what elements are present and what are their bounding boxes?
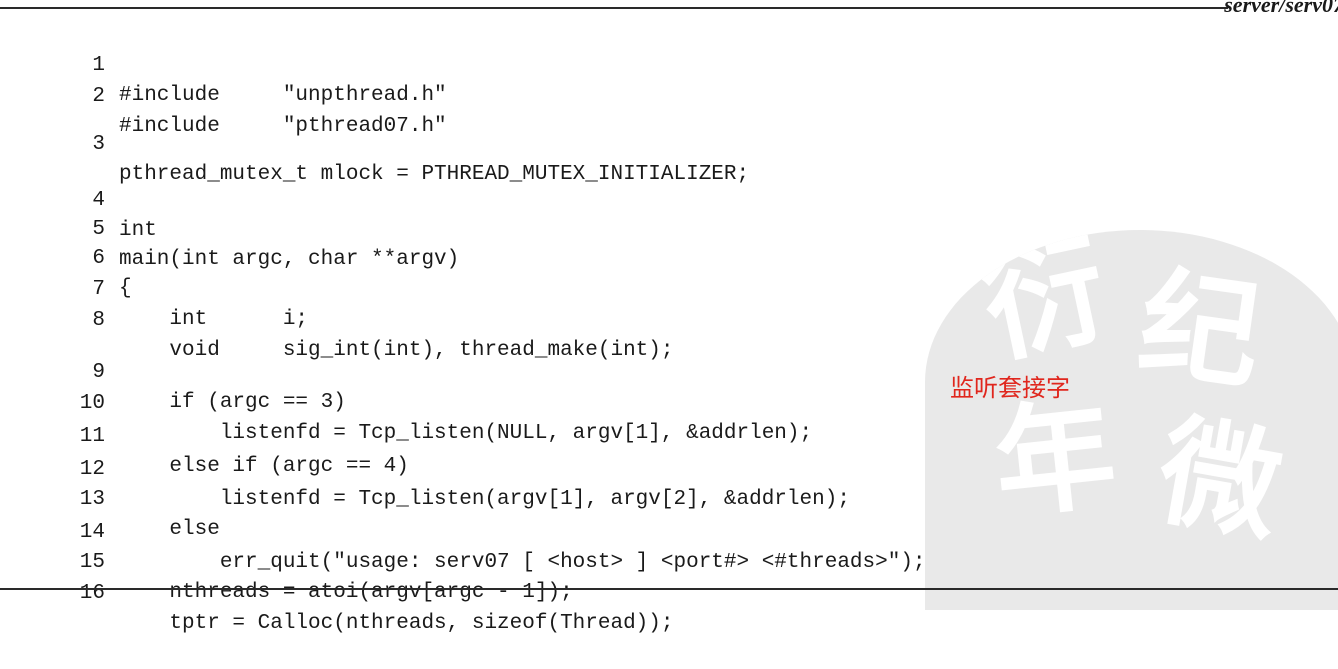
line-number: 14 — [79, 521, 105, 544]
line-number: 2 — [92, 85, 105, 108]
top-rule — [0, 7, 1228, 9]
line-number: 16 — [79, 582, 105, 605]
code-text: tptr = Calloc(nthreads, sizeof(Thread)); — [119, 612, 674, 635]
watermark-glyph: 衍 — [971, 230, 1119, 381]
code-text: nthreads = atoi(argv[argc - 1]); — [119, 581, 573, 604]
handwritten-annotation: 监听套接字 — [950, 374, 1070, 402]
code-line: 8 void sig_int(int), thread_make(int); — [0, 276, 673, 362]
code-text: listenfd = Tcp_listen(argv[1], argv[2], … — [119, 488, 850, 511]
code-line: 6 { — [0, 214, 131, 300]
code-text: void sig_int(int), thread_make(int); — [119, 339, 674, 362]
code-text: err_quit("usage: serv07 [ <host> ] <port… — [119, 551, 926, 574]
code-line: 4 int — [0, 156, 156, 242]
line-number: 13 — [79, 488, 105, 511]
line-number: 6 — [92, 247, 105, 270]
line-number: 1 — [92, 54, 105, 77]
line-number: 10 — [79, 392, 105, 415]
code-line: 12 listenfd = Tcp_listen(argv[1], argv[2… — [0, 425, 850, 511]
code-text: int — [119, 219, 157, 242]
line-number: 11 — [79, 425, 105, 448]
line-number: 3 — [92, 133, 105, 156]
code-text: else — [119, 518, 220, 541]
watermark-seal: 衍 纪 年 微 — [925, 230, 1338, 610]
code-line: 15 nthreads = atoi(argv[argc - 1]); — [0, 518, 573, 604]
line-number: 8 — [92, 309, 105, 332]
code-text: #include "pthread07.h" — [119, 115, 447, 138]
line-number: 15 — [79, 551, 105, 574]
code-text: else if (argc == 4) — [119, 455, 409, 478]
code-line: 11 else if (argc == 4) — [0, 392, 409, 478]
listing-filename: server/serv07 — [1224, 0, 1338, 17]
code-text: #include "unpthread.h" — [119, 84, 447, 107]
line-number: 12 — [79, 458, 105, 481]
code-line: 2 #include "pthread07.h" — [0, 52, 446, 138]
code-text: pthread_mutex_t mlock = PTHREAD_MUTEX_IN… — [119, 163, 750, 186]
line-number: 4 — [92, 189, 105, 212]
code-text: if (argc == 3) — [119, 391, 346, 414]
code-text: { — [119, 277, 132, 300]
code-line: 1 #include "unpthread.h" — [0, 21, 446, 107]
code-line: 16 tptr = Calloc(nthreads, sizeof(Thread… — [0, 549, 674, 635]
line-number: 7 — [92, 278, 105, 301]
code-text: listenfd = Tcp_listen(NULL, argv[1], &ad… — [119, 422, 813, 445]
code-text: int i; — [119, 308, 309, 331]
watermark-glyph: 纪 — [1130, 251, 1270, 408]
bottom-rule — [0, 588, 1338, 590]
code-line: 5 main(int argc, char **argv) — [0, 185, 459, 271]
code-line: 10 listenfd = Tcp_listen(NULL, argv[1], … — [0, 359, 812, 445]
code-line: 9 if (argc == 3) — [0, 328, 345, 414]
code-line: 3 pthread_mutex_t mlock = PTHREAD_MUTEX_… — [0, 100, 749, 186]
line-number: 9 — [92, 361, 105, 384]
watermark-glyph: 年 — [987, 383, 1122, 536]
line-number: 5 — [92, 218, 105, 241]
code-line: 14 err_quit("usage: serv07 [ <host> ] <p… — [0, 488, 926, 574]
code-line: 13 else — [0, 455, 220, 541]
code-text: main(int argc, char **argv) — [119, 248, 460, 271]
code-line: 7 int i; — [0, 245, 308, 331]
watermark-glyph: 微 — [1148, 399, 1292, 560]
